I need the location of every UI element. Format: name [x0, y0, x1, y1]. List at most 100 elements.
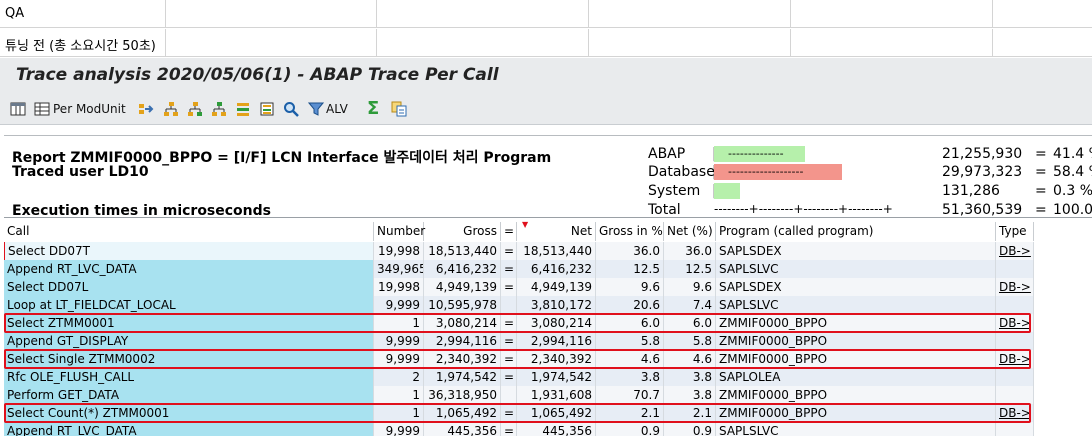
hierarchy-add-icon[interactable] [187, 99, 203, 119]
cell-gross-pct: 36.0 [596, 242, 664, 260]
db-link[interactable]: DB-> [996, 314, 1034, 332]
cell-number: 1 [374, 386, 424, 404]
stat-label: Database [648, 164, 715, 180]
cell-program: ZMMIF0000_BPPO [716, 404, 996, 422]
stat-pct: 0.3 % [1053, 183, 1092, 199]
db-link[interactable]: DB-> [996, 404, 1034, 422]
cell-program: SAPLSLVC [716, 260, 996, 278]
sum-icon[interactable]: Σ [367, 99, 379, 119]
table-row[interactable]: Select Single ZTMM0002 9,999 2,340,392 = 2,3… [4, 350, 1034, 368]
table-row[interactable]: Perform GET_DATA 1 36,318,950 1,931,608 70.7… [4, 386, 1034, 404]
table-row[interactable]: Select Count(*) ZTMM0001 1 1,065,492 = 1,065… [4, 404, 1034, 422]
db-link[interactable]: DB-> [996, 350, 1034, 368]
col-header-program[interactable]: Program (called program) [716, 222, 996, 241]
cell-number: 9,999 [374, 332, 424, 350]
hierarchy-icon[interactable] [163, 99, 179, 119]
cell-eq: = [501, 260, 517, 278]
cell-number: 9,999 [374, 296, 424, 314]
table-row[interactable]: Select ZTMM0001 1 3,080,214 = 3,080,214 6.0 6.… [4, 314, 1034, 332]
cell-number: 9,999 [374, 422, 424, 436]
cell-number: 1 [374, 314, 424, 332]
cell-call[interactable]: Append GT_DISPLAY [4, 332, 374, 350]
col-header-number[interactable]: Number [374, 222, 425, 241]
cell-type [996, 422, 1034, 436]
col-header-type[interactable]: Type [996, 222, 1034, 241]
stat-value: 29,973,323 [942, 164, 1023, 180]
cell-call[interactable]: Append RT_LVC_DATA [4, 260, 374, 278]
table-row[interactable]: Append RT_LVC_DATA 349,965 6,416,232 = 6,416… [4, 260, 1034, 278]
search-icon[interactable] [283, 99, 299, 119]
export-icon[interactable] [391, 99, 407, 119]
cell-net: 1,065,492 [517, 404, 596, 422]
cell-net: 6,416,232 [517, 260, 596, 278]
stat-bar [714, 183, 740, 199]
cell-gross-pct: 0.9 [596, 422, 664, 436]
cell-gross: 3,080,214 [424, 314, 501, 332]
col-header-call[interactable]: Call [4, 222, 374, 241]
cell-number: 19,998 [374, 278, 424, 296]
table-row[interactable]: Append RT_LVC_DATA 9,999 445,356 = 445,356 0.… [4, 422, 1034, 436]
cell-call[interactable]: Select DD07T [4, 242, 374, 260]
cell-number: 2 [374, 368, 424, 386]
cell-call[interactable]: Select Single ZTMM0002 [4, 350, 374, 368]
expand-arrow-icon[interactable] [138, 99, 154, 119]
col-header-eq[interactable]: = [501, 222, 517, 241]
table-row[interactable]: Select DD07T 19,998 18,513,440 = 18,513,440 3… [4, 242, 1034, 260]
cell-call[interactable]: Perform GET_DATA [4, 386, 374, 404]
sort-list-icon[interactable] [235, 99, 251, 119]
sheet-cell-qa[interactable]: QA [5, 6, 24, 21]
cell-gross: 445,356 [424, 422, 501, 436]
cell-gross-pct: 6.0 [596, 314, 664, 332]
cell-call[interactable]: Select Count(*) ZTMM0001 [4, 404, 374, 422]
cell-call[interactable]: Rfc OLE_FLUSH_CALL [4, 368, 374, 386]
cell-gross: 2,994,116 [424, 332, 501, 350]
hierarchy-collapse-icon[interactable] [211, 99, 227, 119]
cell-program: ZMMIF0000_BPPO [716, 386, 996, 404]
cell-gross-pct: 20.6 [596, 296, 664, 314]
cell-gross: 10,595,978 [424, 296, 501, 314]
cell-eq: = [501, 368, 517, 386]
db-link[interactable]: DB-> [996, 242, 1034, 260]
cell-net-pct: 9.6 [664, 278, 716, 296]
alv-filter-button[interactable]: ALV [308, 99, 348, 119]
stat-value: 21,255,930 [942, 146, 1023, 162]
cell-gross-pct: 9.6 [596, 278, 664, 296]
cell-call[interactable]: Append RT_LVC_DATA [4, 422, 374, 436]
details-list-icon[interactable] [259, 99, 275, 119]
filter-icon [308, 102, 324, 116]
table-row[interactable]: Rfc OLE_FLUSH_CALL 2 1,974,542 = 1,974,542 3.… [4, 368, 1034, 386]
cell-call[interactable]: Select ZTMM0001 [4, 314, 374, 332]
layout-icon[interactable] [10, 99, 26, 119]
cell-program: ZMMIF0000_BPPO [716, 314, 996, 332]
cell-net-pct: 0.9 [664, 422, 716, 436]
cell-net-pct: 36.0 [664, 242, 716, 260]
table-row[interactable]: Select DD07L 19,998 4,949,139 = 4,949,139 9.6… [4, 278, 1034, 296]
cell-call[interactable]: Select DD07L [4, 278, 374, 296]
traced-user: Traced user LD10 [12, 164, 149, 180]
col-header-net[interactable]: Net [517, 222, 596, 241]
table-row[interactable]: Loop at LT_FIELDCAT_LOCAL 9,999 10,595,978… [4, 296, 1034, 314]
sheet-cell-note[interactable]: 튜닝 전 (총 소요시간 50초) [5, 35, 156, 54]
cell-gross-pct: 4.6 [596, 350, 664, 368]
cell-type [996, 260, 1034, 278]
cell-program: ZMMIF0000_BPPO [716, 350, 996, 368]
per-modunit-button[interactable]: Per ModUnit [34, 99, 126, 119]
cell-number: 9,999 [374, 350, 424, 368]
cell-program: ZMMIF0000_BPPO [716, 332, 996, 350]
col-header-net-pct[interactable]: Net (%) [664, 222, 716, 241]
col-header-gross[interactable]: Gross [424, 222, 501, 241]
cell-net: 4,949,139 [517, 278, 596, 296]
cell-gross: 36,318,950 [424, 386, 501, 404]
cell-net: 2,994,116 [517, 332, 596, 350]
cell-net: 1,931,608 [517, 386, 596, 404]
cell-number: 349,965 [374, 260, 424, 278]
table-row[interactable]: Append GT_DISPLAY 9,999 2,994,116 = 2,994,11… [4, 332, 1034, 350]
cell-net-pct: 2.1 [664, 404, 716, 422]
toolbar: Per ModUnit ALV Σ [0, 93, 1092, 125]
trace-summary: Report ZMMIF0000_BPPO = [I/F] LCN Interf… [4, 135, 1092, 217]
cell-net: 18,513,440 [517, 242, 596, 260]
cell-call[interactable]: Loop at LT_FIELDCAT_LOCAL [4, 296, 374, 314]
stat-label: System [648, 183, 701, 199]
db-link[interactable]: DB-> [996, 278, 1034, 296]
col-header-gross-pct[interactable]: Gross in % [596, 222, 664, 241]
